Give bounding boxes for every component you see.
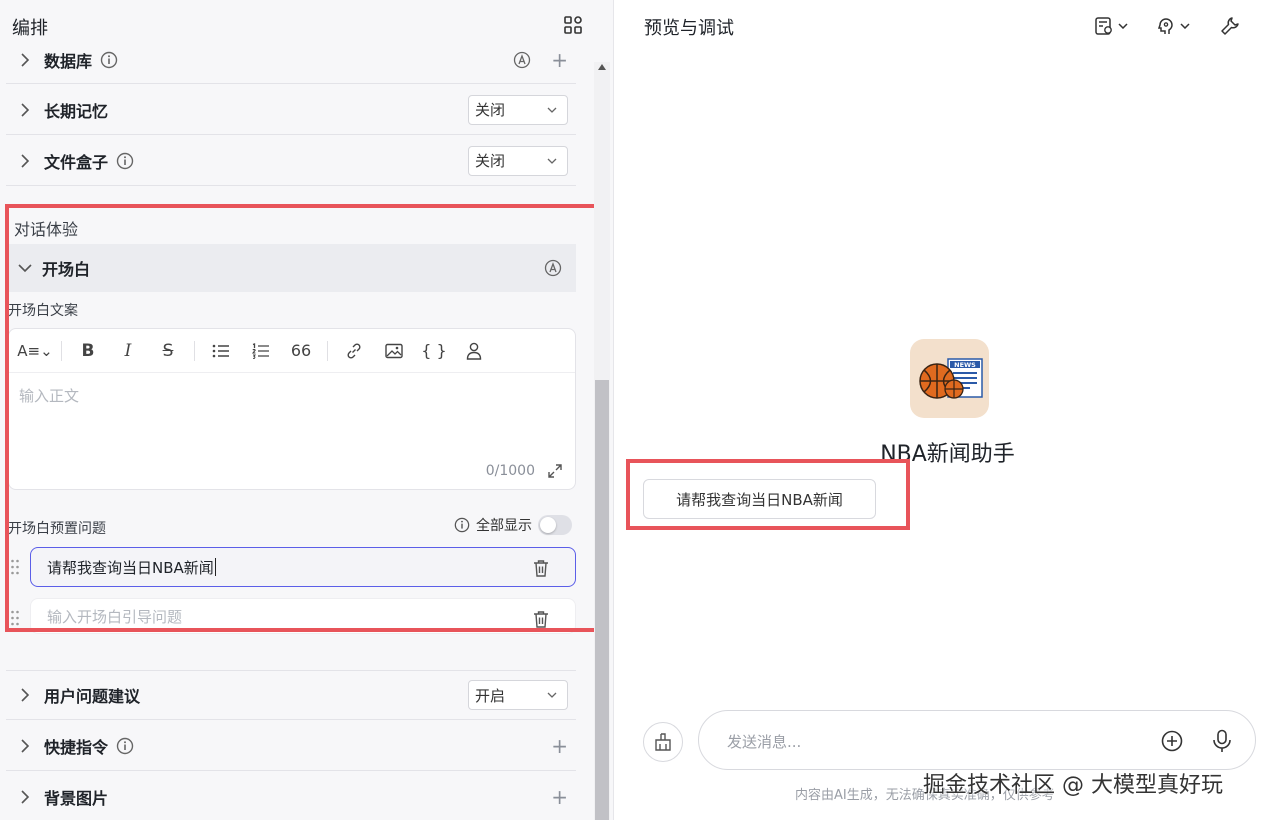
- drag-handle-icon[interactable]: [10, 609, 20, 627]
- preview-panel: 预览与调试 NEWS NBA新闻助手 请帮我查询当日NBA新闻 发送消息... …: [615, 0, 1280, 820]
- broom-icon: [655, 733, 671, 751]
- preview-title: 预览与调试: [644, 18, 734, 39]
- document-settings-icon: [1095, 17, 1112, 35]
- row-label: 长期记忆: [44, 101, 109, 121]
- opening-copy-label: 开场白文案: [8, 303, 78, 319]
- microphone-icon[interactable]: [1211, 729, 1233, 753]
- row-file-box[interactable]: 文件盒子 关闭: [6, 136, 576, 186]
- row-label: 用户问题建议: [44, 687, 141, 706]
- chevron-right-icon[interactable]: [12, 100, 38, 120]
- bot-name: NBA新闻助手: [880, 442, 1015, 467]
- char-counter: 0/1000: [485, 463, 535, 479]
- add-database-button[interactable]: +: [551, 50, 568, 70]
- layout-grid-icon[interactable]: [564, 16, 582, 34]
- select-value: 关闭: [475, 101, 506, 119]
- quote-icon[interactable]: 66: [281, 336, 321, 366]
- add-circle-icon[interactable]: [1161, 730, 1183, 752]
- chevron-right-icon[interactable]: [12, 151, 38, 171]
- scrollbar[interactable]: [594, 62, 610, 820]
- tools-button[interactable]: [1220, 14, 1240, 38]
- toolbar-divider: [61, 340, 62, 361]
- chevron-down-icon: [547, 158, 557, 164]
- bold-icon[interactable]: B: [68, 336, 108, 366]
- auto-icon: [514, 51, 531, 68]
- editor-placeholder: 输入正文: [19, 387, 80, 405]
- show-all-toggle[interactable]: [538, 515, 572, 535]
- clear-chat-button[interactable]: [643, 722, 683, 762]
- preset-question-value: 请帮我查询当日NBA新闻: [47, 558, 214, 577]
- code-braces-icon[interactable]: { }: [414, 336, 454, 366]
- file-box-select[interactable]: 关闭: [468, 145, 568, 176]
- scrollbar-thumb[interactable]: [595, 380, 609, 820]
- section-title: 对话体验: [14, 220, 79, 239]
- suggested-question-button[interactable]: 请帮我查询当日NBA新闻: [643, 479, 876, 519]
- avatar-badge-text: NEWS: [954, 361, 976, 369]
- info-icon: [100, 51, 118, 68]
- opening-editor[interactable]: A≡⌄ B I S 66 { } 输入正文 0/1000: [8, 328, 576, 490]
- new-question-input[interactable]: 输入开场白引导问题: [30, 598, 576, 634]
- expand-icon[interactable]: [547, 463, 563, 479]
- toolbar-divider: [194, 340, 195, 361]
- image-icon[interactable]: [374, 336, 414, 366]
- row-label: 文件盒子: [44, 152, 109, 172]
- model-menu-button[interactable]: [1156, 14, 1190, 38]
- question-suggestions-select[interactable]: 开启: [468, 680, 568, 710]
- chevron-right-icon[interactable]: [12, 50, 38, 70]
- scroll-up-arrow-icon[interactable]: [598, 64, 606, 70]
- watermark-text: 掘金技术社区 @ 大模型真好玩: [923, 773, 1223, 798]
- trash-icon[interactable]: [533, 610, 549, 628]
- numbered-list-icon[interactable]: [241, 336, 281, 366]
- chevron-right-icon[interactable]: [12, 736, 38, 756]
- show-all-control: 全部显示: [454, 515, 572, 535]
- editor-toolbar: A≡⌄ B I S 66 { }: [9, 329, 575, 373]
- bullet-list-icon[interactable]: [201, 336, 241, 366]
- chevron-down-icon[interactable]: [14, 263, 36, 273]
- row-label: 快捷指令: [44, 737, 109, 757]
- show-all-label: 全部显示: [476, 518, 532, 534]
- message-input[interactable]: 发送消息...: [698, 710, 1256, 770]
- select-value: 开启: [475, 686, 506, 705]
- row-question-suggestions[interactable]: 用户问题建议 开启: [6, 670, 576, 720]
- italic-icon[interactable]: I: [108, 336, 148, 366]
- row-label: 背景图片: [44, 788, 109, 808]
- toolbar-divider: [327, 340, 328, 361]
- row-long-term-memory[interactable]: 长期记忆 关闭: [6, 85, 576, 135]
- chevron-down-icon: [1180, 23, 1190, 29]
- message-placeholder: 发送消息...: [727, 733, 802, 751]
- preset-questions-label: 开场白预置问题: [8, 521, 106, 537]
- info-icon: [454, 517, 470, 533]
- add-background-button[interactable]: +: [551, 787, 568, 807]
- row-database[interactable]: 数据库 +: [6, 36, 576, 84]
- row-background-image[interactable]: 背景图片 +: [6, 772, 576, 820]
- preset-question-input[interactable]: 请帮我查询当日NBA新闻: [30, 547, 576, 587]
- wrench-icon: [1221, 17, 1239, 35]
- chevron-right-icon[interactable]: [12, 685, 38, 705]
- chevron-down-icon: [1118, 23, 1128, 29]
- opening-header[interactable]: 开场白: [6, 244, 576, 292]
- long-term-memory-select[interactable]: 关闭: [468, 94, 568, 125]
- link-icon[interactable]: [334, 336, 374, 366]
- user-variable-icon[interactable]: [454, 336, 494, 366]
- auto-icon: [544, 259, 562, 277]
- add-shortcut-button[interactable]: +: [551, 736, 568, 756]
- chevron-right-icon[interactable]: [12, 787, 38, 807]
- font-size-icon[interactable]: A≡⌄: [15, 336, 55, 366]
- orchestration-panel: 编排 数据库 + 长期记忆 关闭 文件盒子 关闭 对话体验 开场白 开场白文案 …: [0, 0, 614, 820]
- opening-label: 开场白: [42, 260, 91, 279]
- info-icon: [116, 152, 134, 169]
- row-shortcuts[interactable]: 快捷指令 +: [6, 721, 576, 771]
- strikethrough-icon[interactable]: S: [148, 336, 188, 366]
- drag-handle-icon[interactable]: [10, 558, 20, 576]
- bot-avatar: NEWS: [910, 339, 989, 418]
- trash-icon[interactable]: [533, 559, 549, 577]
- info-icon: [116, 737, 134, 754]
- debug-menu-button[interactable]: [1094, 14, 1128, 38]
- brain-icon: [1157, 18, 1173, 34]
- new-question-placeholder: 输入开场白引导问题: [47, 607, 183, 626]
- row-label: 数据库: [44, 51, 93, 71]
- select-value: 关闭: [475, 152, 506, 170]
- chevron-down-icon: [547, 107, 557, 113]
- chevron-down-icon: [547, 692, 557, 698]
